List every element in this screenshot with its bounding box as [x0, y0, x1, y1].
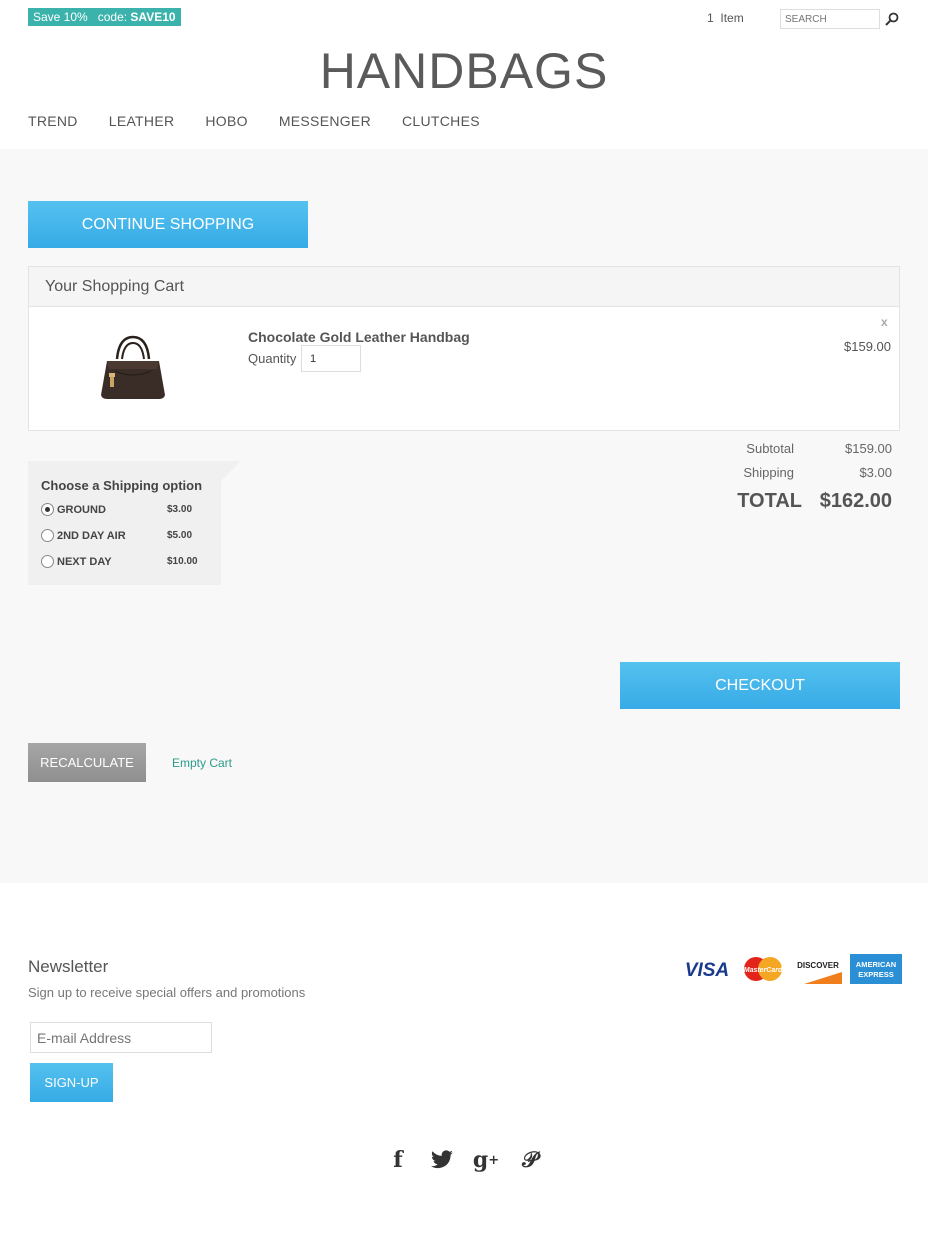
subtotal-row: Subtotal $159.00: [722, 439, 892, 463]
site-logo[interactable]: HANDBAGS: [0, 42, 928, 100]
shipping-option-2nd-day-air[interactable]: 2ND DAY AIR $5.00: [41, 529, 192, 542]
promo-label: Save 10%: [33, 10, 88, 24]
shipping-row: Shipping $3.00: [722, 463, 892, 487]
discover-card-icon: DISCOVER: [797, 961, 842, 984]
nav-item-hobo[interactable]: HOBO: [205, 113, 247, 129]
shipping-options: Choose a Shipping option GROUND $3.00 2N…: [28, 461, 221, 585]
shipping-option-price: $10.00: [167, 556, 198, 567]
remove-item-button[interactable]: x: [881, 315, 888, 329]
email-field[interactable]: [30, 1022, 212, 1053]
quantity-label: Quantity: [248, 351, 297, 366]
social-links: f g + 𝒫: [386, 1147, 562, 1173]
nav-item-leather[interactable]: LEATHER: [109, 113, 175, 129]
newsletter-title: Newsletter: [28, 957, 109, 976]
svg-text:AMERICAN: AMERICAN: [856, 960, 896, 969]
main-nav: TREND LEATHER HOBO MESSENGER CLUTCHES: [28, 113, 511, 129]
total-row: TOTAL $162.00: [722, 491, 892, 515]
mastercard-text: MasterCard: [744, 967, 783, 974]
shipping-option-name: GROUND: [57, 503, 106, 516]
pinterest-icon[interactable]: 𝒫: [518, 1147, 542, 1173]
visa-card-icon: VISA: [685, 960, 729, 981]
subtotal-label: Subtotal: [746, 441, 794, 456]
mastercard-icon: MasterCard: [744, 957, 783, 981]
empty-cart-link[interactable]: Empty Cart: [172, 756, 232, 770]
amex-card-icon: AMERICAN EXPRESS: [850, 954, 902, 984]
search-input[interactable]: [780, 9, 880, 29]
shipping-option-price: $5.00: [167, 530, 193, 541]
subtotal-value: $159.00: [845, 441, 892, 456]
radio-button[interactable]: [41, 529, 54, 542]
total-value: $162.00: [819, 490, 892, 512]
shipping-label: Shipping: [743, 465, 794, 480]
nav-item-trend[interactable]: TREND: [28, 113, 78, 129]
cart-count-label: Item: [720, 11, 744, 25]
radio-button[interactable]: [41, 503, 54, 516]
continue-shopping-button[interactable]: CONTINUE SHOPPING: [28, 201, 308, 248]
total-label: TOTAL: [737, 490, 802, 512]
google-plus-icon[interactable]: g +: [473, 1147, 499, 1173]
twitter-icon[interactable]: [430, 1148, 454, 1172]
radio-button[interactable]: [41, 555, 54, 568]
product-price: $159.00: [844, 339, 891, 354]
logo-text: HANDBAGS: [319, 43, 609, 99]
shipping-value: $3.00: [859, 465, 892, 480]
discover-card-text: DISCOVER: [797, 961, 839, 970]
search-icon[interactable]: [884, 11, 900, 27]
shipping-box-notch: [221, 461, 241, 481]
promo-code: SAVE10: [130, 10, 176, 24]
recalculate-button[interactable]: RECALCULATE: [28, 743, 146, 782]
cart-title: Your Shopping Cart: [29, 267, 899, 307]
order-totals: Subtotal $159.00 Shipping $3.00 TOTAL $1…: [722, 439, 892, 515]
shipping-options-title: Choose a Shipping option: [41, 478, 203, 493]
nav-item-clutches[interactable]: CLUTCHES: [402, 113, 480, 129]
shipping-option-ground[interactable]: GROUND $3.00: [41, 503, 192, 516]
signup-button[interactable]: SIGN-UP: [30, 1063, 113, 1102]
checkout-button[interactable]: CHECKOUT: [620, 662, 900, 709]
shipping-option-name: 2ND DAY AIR: [57, 529, 126, 542]
cart-box: Your Shopping Cart Chocolate Gold Leathe…: [28, 266, 900, 431]
shipping-option-price: $3.00: [167, 504, 193, 515]
promo-code-prefix: code:: [97, 10, 128, 24]
shipping-option-next-day[interactable]: NEXT DAY $10.00: [41, 555, 198, 568]
nav-item-messenger[interactable]: MESSENGER: [279, 113, 371, 129]
facebook-icon[interactable]: f: [386, 1147, 410, 1173]
svg-text:EXPRESS: EXPRESS: [858, 970, 893, 979]
product-name[interactable]: Chocolate Gold Leather Handbag: [248, 329, 470, 345]
quantity-input[interactable]: [301, 345, 361, 372]
cart-count-number: 1: [707, 11, 714, 25]
shipping-option-name: NEXT DAY: [57, 555, 112, 568]
header-cart-count[interactable]: 1 Item: [707, 11, 744, 25]
promo-badge: Save 10% code: SAVE10: [28, 8, 181, 26]
visa-card-text: VISA: [685, 960, 729, 981]
cart-section: CONTINUE SHOPPING Your Shopping Cart Cho…: [0, 149, 928, 883]
payment-cards: VISA MasterCard DISCOVER AMERICAN EXPRES…: [682, 954, 910, 984]
newsletter-subtitle: Sign up to receive special offers and pr…: [28, 985, 306, 1000]
product-image[interactable]: [95, 329, 171, 405]
